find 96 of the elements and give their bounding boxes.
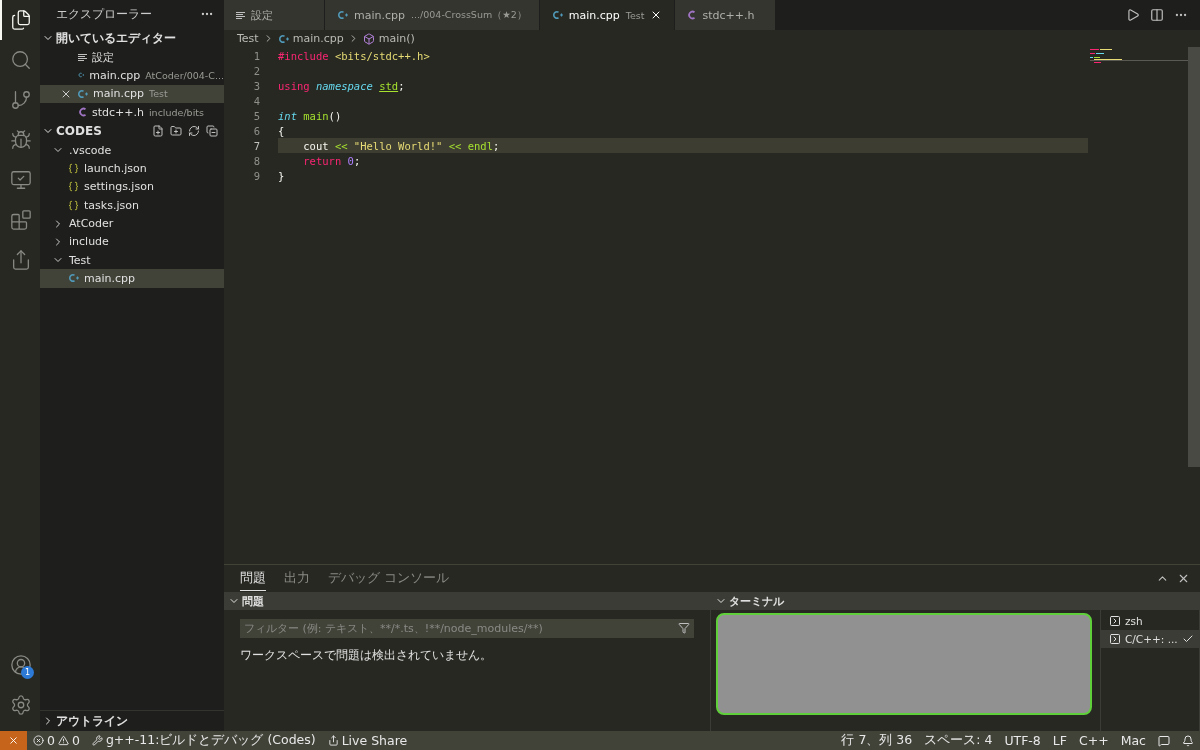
new-folder-icon[interactable] [170,125,182,138]
lines-icon [236,10,245,20]
remote-icon [8,735,19,746]
cpp-file-icon [337,10,348,20]
line-number: 2 [252,64,261,77]
tree-item[interactable]: include [40,232,224,251]
braces-icon [68,181,79,193]
cube-icon [362,32,375,45]
split-editor-icon[interactable] [1150,8,1164,22]
refresh-icon[interactable] [188,125,200,138]
cpp-file-icon [277,33,289,44]
tree-item[interactable]: Test [40,250,224,270]
section-header[interactable]: CODES [40,121,224,142]
status-item[interactable]: Mac [1114,733,1152,748]
warning-icon[interactable] [57,735,69,746]
editor-tab[interactable]: main.cpp .../004-CrossSum（★2） [325,0,540,30]
play-icon[interactable] [1126,8,1140,22]
problems-message: ワークスペースで問題は検出されていません。 [239,647,493,664]
braces-icon [68,199,79,211]
cpp-file-icon [68,273,79,284]
monitor-icon[interactable] [10,169,32,191]
feedback-icon[interactable] [1158,734,1170,747]
tree-item[interactable]: AtCoder [40,214,224,233]
lines-icon [78,52,87,62]
section-header[interactable]: ターミナル [711,592,1199,610]
bell-icon[interactable] [1182,734,1194,747]
line-number: 1 [252,49,261,62]
line-number: 3 [252,79,261,92]
cpp-file-icon [77,88,88,99]
line-number: 8 [252,154,261,167]
search-icon[interactable] [10,49,32,71]
status-item[interactable]: 行 7、列 36 [835,732,919,749]
editor-tab[interactable]: stdc++.h [675,0,777,30]
status-item[interactable]: C++ [1073,733,1115,748]
share-icon[interactable] [10,249,32,271]
status-item[interactable]: スペース: 4 [918,732,999,749]
line-number: 9 [252,169,261,182]
line-number: 5 [252,109,261,122]
cpp-file-icon [551,10,563,20]
code-line: #include <bits/stdc++.h> [278,48,431,63]
code-line: int main() [278,108,343,123]
panel-tab[interactable]: 出力 [284,566,310,591]
breadcrumb-item[interactable]: Test [237,32,259,45]
c-file-icon [78,107,87,118]
notification-badge: 1 [21,666,34,679]
tree-item[interactable]: tasks.json [40,196,224,215]
extensions-icon[interactable] [10,209,32,231]
new-file-icon[interactable] [152,125,164,138]
tree-item[interactable]: launch.json [40,159,224,178]
collapse-icon[interactable] [206,125,218,138]
open-editor-item[interactable]: stdc++.h include/bits [40,102,224,122]
branch-icon[interactable] [10,89,32,111]
section-header[interactable]: 開いているエディター [40,28,224,48]
live-share-button[interactable]: Live Share [341,733,408,748]
tree-item[interactable]: main.cpp [40,269,224,288]
warning-count[interactable]: 0 [71,733,80,748]
tree-item[interactable]: .vscode [40,141,224,160]
tree-item[interactable]: settings.json [40,177,224,197]
section-header[interactable]: 問題 [224,592,710,610]
terminal-icon [1109,615,1121,627]
line-number: 4 [252,94,261,107]
line-number: 6 [252,124,261,137]
breadcrumb-item[interactable]: main.cpp [292,32,344,45]
open-editor-item[interactable]: main.cpp AtCoder/004-C... [40,66,224,85]
code-line: return 0; [302,153,362,168]
error-icon[interactable] [33,735,44,746]
breadcrumb-item[interactable]: main() [378,32,415,45]
open-editor-item[interactable]: 設定 [40,48,224,67]
terminal-session[interactable]: C/C++: ... [1101,630,1199,648]
c-file-icon [687,10,697,20]
share-icon[interactable] [327,735,339,746]
code-line: } [278,168,286,183]
status-item[interactable]: UTF-8 [998,733,1047,748]
filter-icon[interactable] [678,622,690,634]
wrench-icon[interactable] [91,735,103,746]
activity-button[interactable]: 1 [0,645,40,685]
line-number: 7 [252,139,261,152]
files-icon[interactable] [10,9,32,31]
filter-field[interactable]: フィルター (例: テキスト、**/*.ts、!**/node_modules/**) [240,619,694,638]
code-line: { [278,123,286,138]
close-icon[interactable] [1177,572,1190,585]
status-item[interactable]: LF [1046,733,1073,748]
scrollbar[interactable] [1188,47,1200,467]
terminal-session[interactable]: zsh [1101,612,1199,630]
braces-icon [68,163,79,175]
code-line: using namespace std; [278,78,406,93]
sidebar-title: エクスプローラー [56,6,152,22]
open-editor-item[interactable]: main.cpp Test [40,84,224,103]
editor-tab[interactable]: 設定 [224,0,325,30]
panel-tab[interactable]: デバッグ コンソール [328,566,449,591]
error-count[interactable]: 0 [47,733,55,748]
editor-tab[interactable]: main.cpp Test [539,0,676,30]
settings-icon[interactable] [10,694,32,716]
terminal-icon [1109,633,1121,645]
panel-tab[interactable]: 問題 [240,566,266,591]
build-task-status[interactable]: g++-11:ビルドとデバッグ (Codes) [105,732,316,749]
